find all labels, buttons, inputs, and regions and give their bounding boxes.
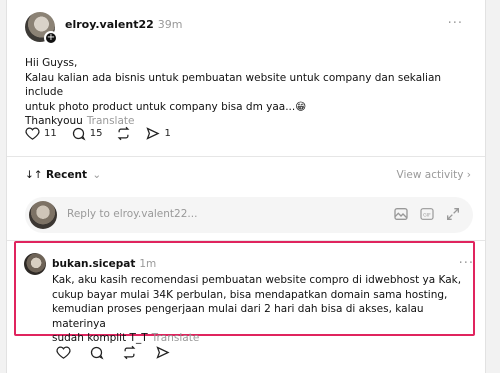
image-icon[interactable] <box>393 206 409 222</box>
comment-bubble-icon <box>72 127 86 141</box>
share-count: 1 <box>164 128 171 139</box>
comment-body: Kak, aku kasih recomendasi pembuatan web… <box>52 273 462 346</box>
post-more-icon[interactable]: ··· <box>448 16 463 31</box>
post-divider <box>7 156 485 157</box>
comment-line-text: sudah komplit T_T <box>52 332 148 344</box>
heart-icon <box>25 127 40 140</box>
post-body: Hii Guyss, Kalau kalian ada bisnis untuk… <box>25 56 475 129</box>
post-line: untuk photo product untuk company bisa d… <box>25 100 307 113</box>
comment-line: cukup bayar mulai 34K perbulan, bisa men… <box>52 288 448 301</box>
reply-input[interactable]: Reply to elroy.valent22... GIF <box>25 197 473 233</box>
post-actions: 11 15 1 <box>25 126 171 141</box>
sort-icon: ↓↑ <box>25 169 43 181</box>
comment-line: kemudian proses pengerjaan mulai dari 2 … <box>52 303 424 330</box>
send-icon <box>146 127 161 140</box>
comment-avatar[interactable] <box>24 253 46 275</box>
chevron-down-icon: ⌄ <box>92 169 102 181</box>
repost-icon <box>118 126 130 141</box>
comment-count: 15 <box>89 128 103 139</box>
sort-label: Recent <box>45 169 87 181</box>
post-time: 39m <box>157 18 183 31</box>
thread-sort-row: ↓↑ Recent ⌄ View activity › <box>25 169 471 181</box>
repost-button[interactable] <box>116 126 131 141</box>
comment-more-icon[interactable]: ··· <box>459 256 474 271</box>
reply-placeholder: Reply to elroy.valent22... <box>67 208 198 220</box>
post-username[interactable]: elroy.valent22 <box>65 18 154 31</box>
comment-translate-link[interactable]: Translate <box>152 332 200 344</box>
post-header: elroy.valent22 39m <box>65 18 183 31</box>
reply-tools: GIF <box>393 206 461 222</box>
comment-time: 1m <box>139 258 157 270</box>
reply-avatar <box>29 201 57 229</box>
svg-text:GIF: GIF <box>423 212 431 218</box>
view-activity-link[interactable]: View activity › <box>397 169 472 181</box>
comment-line: Kak, aku kasih recomendasi pembuatan web… <box>52 274 462 286</box>
comment-actions <box>56 345 170 360</box>
like-button[interactable]: 11 <box>25 126 57 141</box>
repost-icon[interactable] <box>122 345 137 360</box>
send-icon[interactable] <box>155 345 170 360</box>
share-button[interactable]: 1 <box>145 126 171 141</box>
like-count: 11 <box>44 128 57 139</box>
comment-header: bukan.sicepat 1m <box>52 258 156 270</box>
post-line: Kalau kalian ada bisnis untuk pembuatan … <box>25 71 442 99</box>
expand-icon[interactable] <box>445 206 461 222</box>
comment-button[interactable]: 15 <box>71 126 103 141</box>
follow-plus-icon[interactable]: + <box>44 31 58 45</box>
sort-dropdown[interactable]: ↓↑ Recent ⌄ <box>25 169 101 181</box>
post-line: Hii Guyss, <box>25 57 78 69</box>
gif-icon[interactable]: GIF <box>419 206 435 222</box>
comment-bubble-icon[interactable] <box>89 345 104 360</box>
comment-line: sudah komplit T_T Translate <box>52 331 462 346</box>
author-avatar[interactable]: + <box>25 12 58 45</box>
comment-username[interactable]: bukan.sicepat <box>52 258 135 270</box>
heart-icon[interactable] <box>56 345 71 360</box>
